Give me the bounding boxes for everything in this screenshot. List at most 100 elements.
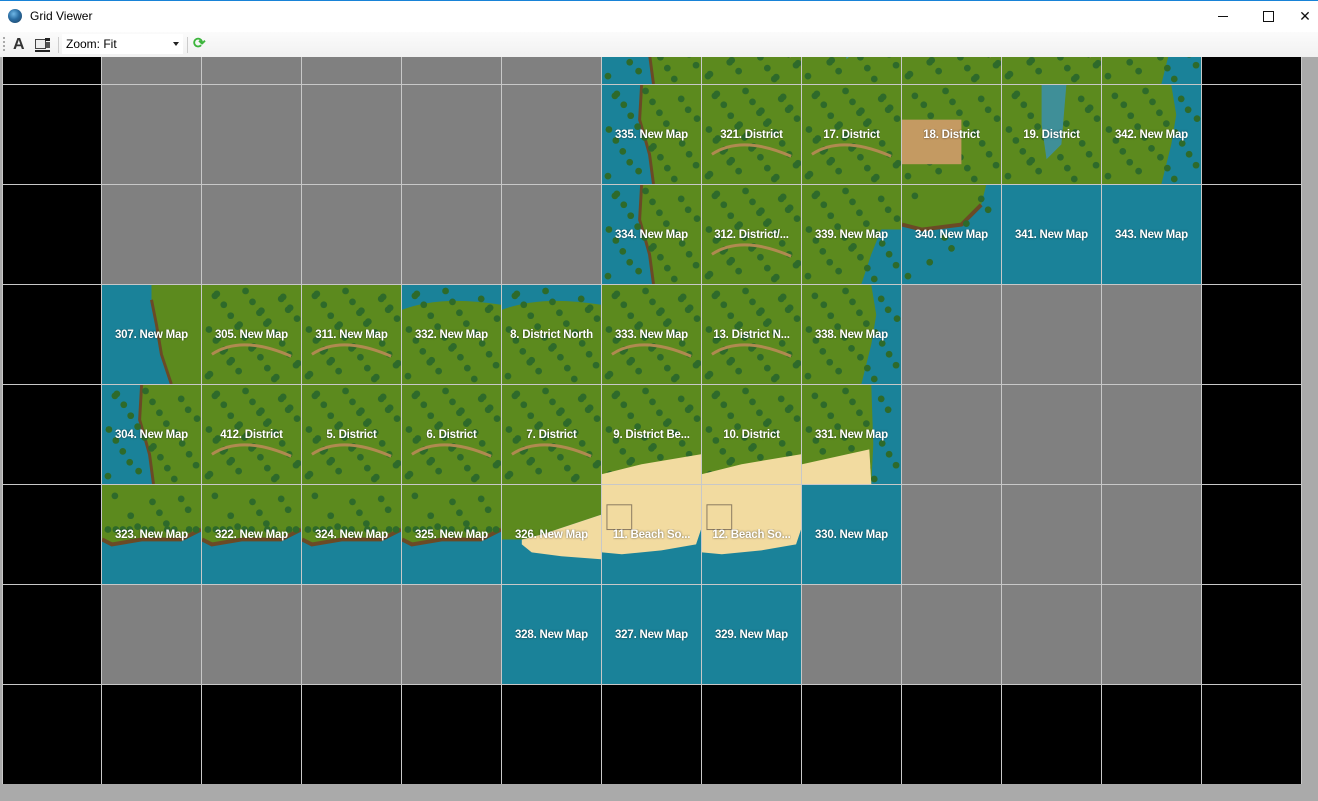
horizontal-scrollbar[interactable] xyxy=(0,784,1300,801)
toolbar-grip[interactable] xyxy=(3,37,5,52)
image-base xyxy=(35,50,50,52)
map-cell-label: 326. New Map xyxy=(514,528,589,541)
map-cell-label: 342. New Map xyxy=(1114,128,1189,141)
map-cell[interactable]: 311. New Map xyxy=(302,285,402,385)
title-bar: Grid Viewer ✕ xyxy=(0,1,1318,32)
empty-grid-cell xyxy=(1202,85,1302,185)
map-cell-label: 17. District xyxy=(823,128,880,141)
map-cell[interactable]: 342. New Map xyxy=(1102,85,1202,185)
map-cell[interactable]: 333. New Map xyxy=(602,285,702,385)
unused-grid-cell xyxy=(1002,385,1102,485)
map-cell[interactable] xyxy=(902,57,1002,85)
map-cell[interactable]: 10. District xyxy=(702,385,802,485)
map-cell[interactable]: 18. District xyxy=(902,85,1002,185)
map-cell[interactable]: 321. District xyxy=(702,85,802,185)
map-cell[interactable]: 338. New Map xyxy=(802,285,902,385)
map-cell[interactable]: 7. District xyxy=(502,385,602,485)
empty-grid-cell xyxy=(702,685,802,784)
map-cell-label: 327. New Map xyxy=(614,628,689,641)
map-cell[interactable]: 335. New Map xyxy=(602,85,702,185)
map-cell[interactable]: 326. New Map xyxy=(502,485,602,585)
map-cell[interactable]: 412. District xyxy=(202,385,302,485)
unused-grid-cell xyxy=(902,285,1002,385)
map-cell[interactable]: 305. New Map xyxy=(202,285,302,385)
zoom-select[interactable]: Zoom: Fit xyxy=(62,34,183,54)
map-cell[interactable]: 325. New Map xyxy=(402,485,502,585)
chevron-down-icon[interactable] xyxy=(173,42,179,46)
maximize-button[interactable] xyxy=(1245,1,1291,31)
empty-grid-cell xyxy=(2,57,102,85)
unused-grid-cell xyxy=(302,585,402,685)
map-cell[interactable]: 13. District N... xyxy=(702,285,802,385)
vertical-scrollbar[interactable] xyxy=(1302,57,1318,784)
empty-grid-cell xyxy=(102,685,202,784)
empty-grid-cell xyxy=(802,685,902,784)
map-cell[interactable]: 19. District xyxy=(1002,85,1102,185)
map-cell[interactable]: 11. Beach So... xyxy=(602,485,702,585)
map-cell[interactable]: 8. District North xyxy=(502,285,602,385)
map-cell[interactable]: 341. New Map xyxy=(1002,185,1102,285)
map-cell-label: 312. District/... xyxy=(714,228,789,241)
empty-grid-cell xyxy=(602,685,702,784)
toolbar-separator xyxy=(187,37,188,53)
unused-grid-cell xyxy=(802,585,902,685)
map-cell[interactable]: 334. New Map xyxy=(602,185,702,285)
map-cell[interactable] xyxy=(802,57,902,85)
empty-grid-cell xyxy=(1102,685,1202,784)
map-cell[interactable]: 312. District/... xyxy=(702,185,802,285)
map-cell[interactable]: 12. Beach So... xyxy=(702,485,802,585)
unused-grid-cell xyxy=(1102,585,1202,685)
map-cell[interactable]: 304. New Map xyxy=(102,385,202,485)
unused-grid-cell xyxy=(402,185,502,285)
map-cell[interactable] xyxy=(1002,57,1102,85)
map-cell[interactable]: 339. New Map xyxy=(802,185,902,285)
unused-grid-cell xyxy=(502,57,602,85)
minimize-button[interactable] xyxy=(1200,1,1246,31)
close-button[interactable]: ✕ xyxy=(1290,1,1318,31)
grid-viewport: 335. New Map 321. District 17. District 18.… xyxy=(0,57,1318,801)
empty-grid-cell xyxy=(902,685,1002,784)
empty-grid-cell xyxy=(2,85,102,185)
empty-grid-cell xyxy=(1202,385,1302,485)
unused-grid-cell xyxy=(102,85,202,185)
map-cell[interactable]: 340. New Map xyxy=(902,185,1002,285)
map-cell[interactable]: 330. New Map xyxy=(802,485,902,585)
map-cell[interactable]: 322. New Map xyxy=(202,485,302,585)
map-cell[interactable]: 323. New Map xyxy=(102,485,202,585)
empty-grid-cell xyxy=(202,685,302,784)
image-layout-icon[interactable] xyxy=(35,37,50,52)
map-cell[interactable]: 5. District xyxy=(302,385,402,485)
map-cell-label: 12. Beach So... xyxy=(712,528,791,541)
map-cell[interactable]: 343. New Map xyxy=(1102,185,1202,285)
map-cell[interactable]: 328. New Map xyxy=(502,585,602,685)
empty-grid-cell xyxy=(2,685,102,784)
map-cell-label: 325. New Map xyxy=(414,528,489,541)
map-cell[interactable]: 332. New Map xyxy=(402,285,502,385)
grid-viewer-window: Grid Viewer ✕ A Zoom: Fit ⟳ 335. New Map… xyxy=(0,0,1318,801)
map-grid[interactable]: 335. New Map 321. District 17. District 18.… xyxy=(2,57,1302,784)
unused-grid-cell xyxy=(402,585,502,685)
font-button[interactable]: A xyxy=(13,36,25,54)
unused-grid-cell xyxy=(902,385,1002,485)
map-cell[interactable]: 9. District Be... xyxy=(602,385,702,485)
map-cell-label: 343. New Map xyxy=(1114,228,1189,241)
map-cell[interactable]: 17. District xyxy=(802,85,902,185)
map-cell[interactable]: 327. New Map xyxy=(602,585,702,685)
app-globe-icon xyxy=(8,9,22,23)
map-cell[interactable]: 6. District xyxy=(402,385,502,485)
map-cell[interactable]: 324. New Map xyxy=(302,485,402,585)
map-cell[interactable] xyxy=(602,57,702,85)
unused-grid-cell xyxy=(302,85,402,185)
toolbar: A Zoom: Fit ⟳ xyxy=(0,32,1318,57)
map-cell[interactable]: 307. New Map xyxy=(102,285,202,385)
map-cell-label: 13. District N... xyxy=(713,328,790,341)
map-cell[interactable]: 331. New Map xyxy=(802,385,902,485)
unused-grid-cell xyxy=(502,185,602,285)
map-cell[interactable]: 329. New Map xyxy=(702,585,802,685)
map-cell[interactable] xyxy=(1102,57,1202,85)
map-cell-label: 311. New Map xyxy=(315,328,388,341)
map-cell-label: 307. New Map xyxy=(114,328,189,341)
refresh-icon[interactable]: ⟳ xyxy=(193,36,206,52)
map-cell[interactable] xyxy=(702,57,802,85)
unused-grid-cell xyxy=(202,85,302,185)
